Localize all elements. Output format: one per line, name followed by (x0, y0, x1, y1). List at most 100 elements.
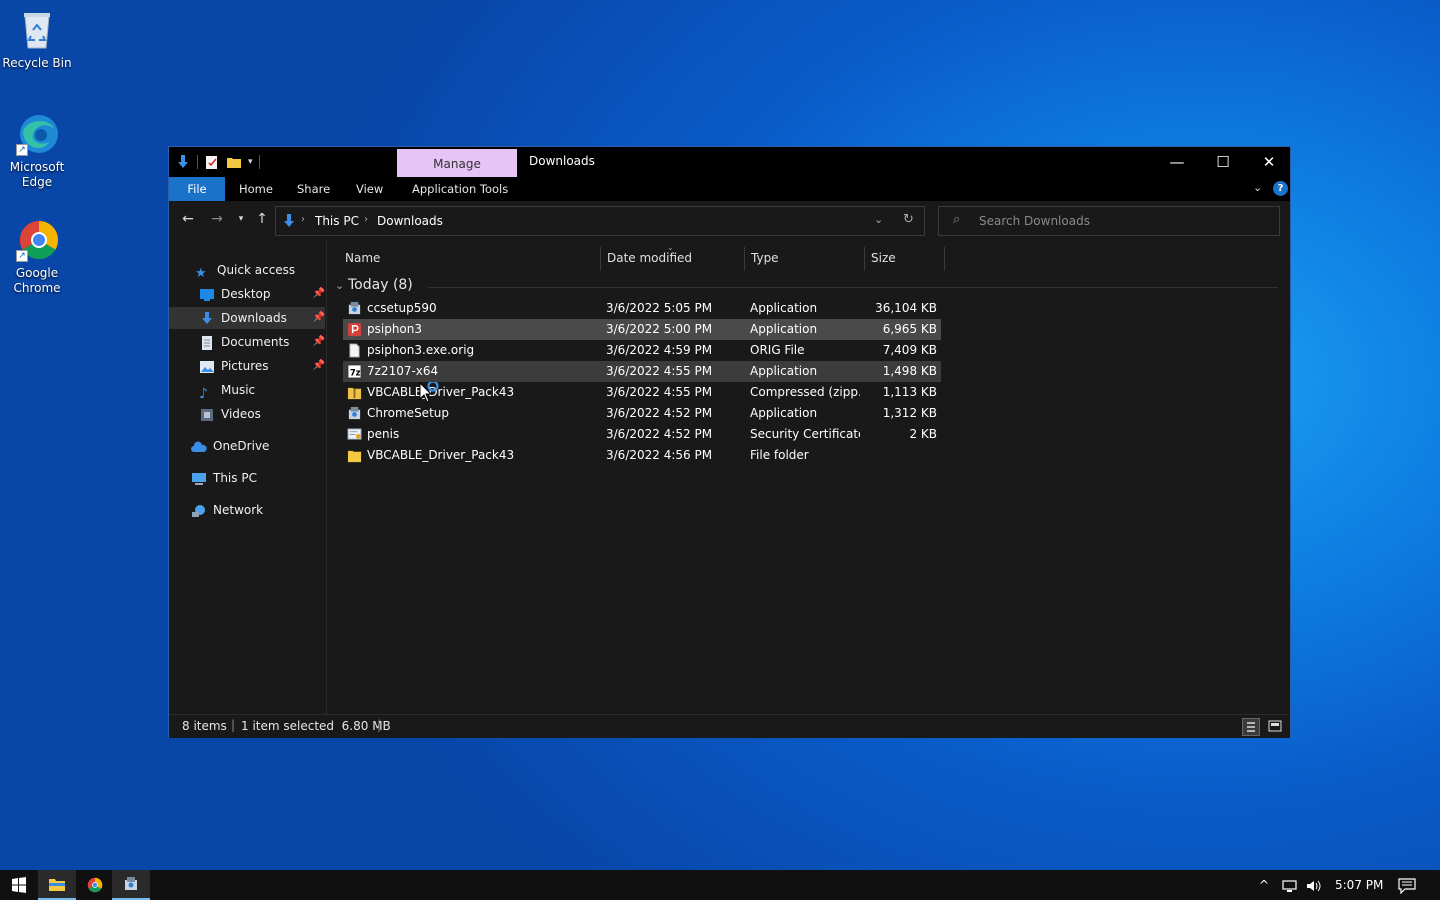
search-placeholder: Search Downloads (979, 214, 1090, 228)
nav-item-pictures[interactable]: Pictures 📌 (199, 355, 325, 377)
customize-qat-icon[interactable]: ▾ (248, 157, 253, 167)
maximize-icon: ☐ (1216, 153, 1230, 171)
tab-share[interactable]: Share (287, 177, 340, 201)
nav-item-network[interactable]: Network (191, 499, 263, 521)
desktop-icon-recycle-bin[interactable]: Recycle Bin (0, 8, 74, 71)
file-size: 36,104 KB (875, 301, 937, 315)
tab-file[interactable]: File (169, 177, 225, 201)
taskbar-chrome[interactable] (76, 870, 114, 900)
taskbar-file-explorer[interactable] (38, 870, 76, 900)
tab-manage[interactable]: Manage (397, 149, 517, 177)
close-icon: ✕ (1262, 153, 1276, 171)
large-icons-view-button[interactable] (1267, 718, 1285, 736)
nav-label: This PC (213, 471, 257, 485)
new-folder-icon[interactable] (226, 154, 242, 170)
file-type: Application (750, 301, 818, 315)
back-arrow-icon: ← (182, 211, 194, 227)
volume-icon[interactable] (1305, 870, 1323, 900)
nav-item-videos[interactable]: Videos (199, 403, 261, 425)
breadcrumb-separator-icon: › (301, 214, 305, 225)
file-date-modified: 3/6/2022 4:56 PM (606, 448, 713, 462)
file-row[interactable]: psiphon3 3/6/2022 5:00 PM Application 6,965… (343, 319, 941, 340)
file-row[interactable]: psiphon3.exe.orig 3/6/2022 4:59 PM ORIG Fi… (343, 340, 941, 361)
star-icon: ★ (195, 265, 207, 281)
edge-icon: ↗ (15, 112, 59, 156)
maximize-button[interactable]: ☐ (1200, 147, 1246, 177)
group-divider (428, 287, 1278, 288)
nav-quick-access[interactable]: ★ Quick access (195, 259, 295, 281)
file-explorer-window: ▾ Manage Downloads — ☐ ✕ File Home Share… (168, 146, 1291, 738)
nav-item-onedrive[interactable]: OneDrive (191, 435, 269, 457)
expand-ribbon-icon[interactable]: ⌄ (1253, 181, 1262, 194)
taskbar-installer-app[interactable] (112, 870, 150, 900)
file-row[interactable]: 7z 7z2107-x64 3/6/2022 4:55 PM Application 1… (343, 361, 941, 382)
tab-view[interactable]: View (346, 177, 393, 201)
address-history-chevron-icon[interactable]: ⌄ (874, 213, 883, 226)
pin-icon: 📌 (312, 336, 325, 347)
documents-folder-icon (199, 335, 215, 350)
column-header-name[interactable]: Name (339, 247, 601, 271)
file-date-modified: 3/6/2022 5:05 PM (606, 301, 713, 315)
desktop-icon-edge[interactable]: ↗ Microsoft Edge (0, 112, 74, 190)
nav-label: Network (213, 503, 264, 517)
details-view-button[interactable] (1242, 718, 1260, 736)
file-name: psiphon3 (367, 322, 423, 336)
psiphon-icon (347, 322, 362, 337)
help-icon[interactable]: ? (1273, 181, 1288, 196)
file-name: VBCABLE_Driver_Pack43 (367, 448, 515, 462)
title-bar: ▾ Manage Downloads — ☐ ✕ (169, 147, 1290, 177)
network-status-icon[interactable] (1281, 870, 1299, 900)
column-header-size[interactable]: Size (865, 247, 945, 271)
group-header-today[interactable]: Today (8) (348, 277, 413, 293)
tab-application-tools[interactable]: Application Tools (402, 177, 518, 201)
column-header-type[interactable]: Type (745, 247, 865, 271)
pin-icon: 📌 (312, 288, 325, 299)
close-button[interactable]: ✕ (1246, 147, 1292, 177)
file-type: Application (750, 364, 818, 378)
address-bar[interactable]: › This PC › Downloads ⌄ ↻ (275, 206, 925, 236)
file-name: 7z2107-x64 (367, 364, 439, 378)
taskbar-clock[interactable]: 5:07 PM (1335, 870, 1383, 900)
computer-icon (191, 471, 207, 485)
file-date-modified: 3/6/2022 4:55 PM (606, 364, 713, 378)
file-row[interactable]: ccsetup590 3/6/2022 5:05 PM Application 36,… (343, 298, 941, 319)
file-row[interactable]: ChromeSetup 3/6/2022 4:52 PM Application 1,… (343, 403, 941, 424)
breadcrumb-this-pc[interactable]: This PC (315, 214, 359, 228)
refresh-icon[interactable]: ↻ (903, 212, 914, 227)
forward-button[interactable]: → (206, 211, 228, 231)
recent-locations-button[interactable]: ▾ (230, 214, 252, 234)
breadcrumb-downloads[interactable]: Downloads (377, 214, 443, 228)
nav-item-desktop[interactable]: Desktop 📌 (199, 283, 325, 305)
network-icon (191, 503, 207, 517)
action-center-icon[interactable] (1398, 870, 1416, 900)
toolbar-separator (197, 155, 198, 169)
file-name: penis (367, 427, 400, 441)
chevron-down-icon: ▾ (238, 214, 244, 224)
tab-home[interactable]: Home (229, 177, 283, 201)
show-hidden-icons-chevron-icon[interactable]: ^ (1259, 870, 1269, 900)
desktop-icon-chrome[interactable]: ↗ Google Chrome (0, 218, 74, 296)
pin-icon: 📌 (312, 360, 325, 371)
7zip-icon: 7z (347, 364, 362, 379)
nav-item-this-pc[interactable]: This PC (191, 467, 257, 489)
properties-icon[interactable] (204, 154, 220, 170)
file-size: 1,498 KB (882, 364, 937, 378)
file-size: 2 KB (909, 427, 937, 441)
up-button[interactable]: ↑ (251, 211, 273, 231)
search-box[interactable]: ⌕ Search Downloads (938, 206, 1280, 236)
back-button[interactable]: ← (177, 211, 199, 231)
certificate-icon (347, 427, 362, 442)
group-collapse-chevron-icon[interactable]: ⌄ (335, 279, 344, 292)
file-explorer-icon (49, 879, 65, 891)
file-row[interactable]: penis 3/6/2022 4:52 PM Security Certificat… (343, 424, 941, 445)
nav-item-downloads[interactable]: Downloads 📌 (169, 307, 325, 329)
chrome-icon: ↗ (15, 218, 59, 262)
music-folder-icon: ♪ (199, 385, 208, 402)
nav-item-documents[interactable]: Documents 📌 (199, 331, 325, 353)
nav-item-music[interactable]: ♪ Music (199, 379, 255, 402)
navigation-pane: ★ Quick access Desktop 📌 Downloads 📌 Docu… (169, 241, 327, 714)
minimize-button[interactable]: — (1154, 147, 1200, 177)
start-button[interactable] (0, 870, 38, 900)
file-row[interactable]: VBCABLE_Driver_Pack43 3/6/2022 4:56 PM Fil… (343, 445, 941, 466)
desktop-icon-label: Recycle Bin (2, 56, 72, 70)
